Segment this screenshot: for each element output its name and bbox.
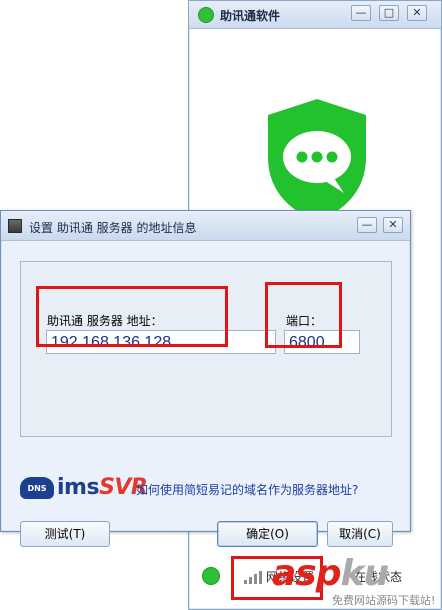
minimize-button[interactable]: — [351, 5, 371, 21]
chat-bubble-icon [198, 7, 214, 23]
dialog-body: 助讯通 服务器 地址： 192.168.136.128 端口： 6800 DNS… [2, 241, 409, 547]
server-address-input[interactable]: 192.168.136.128 [46, 330, 276, 354]
server-icon [8, 219, 22, 233]
domain-help-link[interactable]: 如何使用简短易记的域名作为服务器地址? [136, 481, 358, 498]
status-bar: 网络设置 在线状态 [190, 548, 440, 608]
port-input[interactable]: 6800 [284, 330, 360, 354]
port-label: 端口： [286, 314, 323, 328]
test-button[interactable]: 测试(T) [20, 521, 110, 547]
dialog-minimize-button[interactable]: — [357, 217, 377, 233]
imsvr-logo: imsSVR [57, 475, 148, 500]
shield-chat-icon [262, 95, 372, 225]
server-address-group: 助讯通 服务器 地址： 192.168.136.128 端口： 6800 [20, 261, 392, 437]
close-button[interactable]: ✕ [407, 5, 427, 21]
cancel-button[interactable]: 取消(C) [327, 521, 393, 547]
status-app-icon [202, 567, 220, 585]
online-status-link[interactable]: 在线状态 [354, 568, 402, 585]
server-settings-dialog: 设置 助讯通 服务器 的地址信息 — ✕ 助讯通 服务器 地址： 192.168… [0, 210, 411, 547]
imsvr-logo-row: DNS imsSVR 如何使用简短易记的域名作为服务器地址? [20, 475, 400, 503]
dialog-title-bar[interactable]: 设置 助讯通 服务器 的地址信息 — ✕ [1, 211, 410, 241]
dns-cloud-icon: DNS [20, 477, 54, 499]
ok-button[interactable]: 确定(O) [217, 521, 318, 547]
dialog-title: 设置 助讯通 服务器 的地址信息 [29, 221, 197, 235]
address-label: 助讯通 服务器 地址： [47, 314, 163, 328]
main-window-title: 助讯通软件 [220, 9, 281, 23]
network-settings-link[interactable]: 网络设置 [266, 568, 314, 585]
signal-icon [244, 570, 264, 584]
maximize-button[interactable]: □ [379, 5, 399, 21]
main-title-bar[interactable]: 助讯通软件 — □ ✕ [189, 1, 441, 29]
dialog-close-button[interactable]: ✕ [383, 217, 403, 233]
